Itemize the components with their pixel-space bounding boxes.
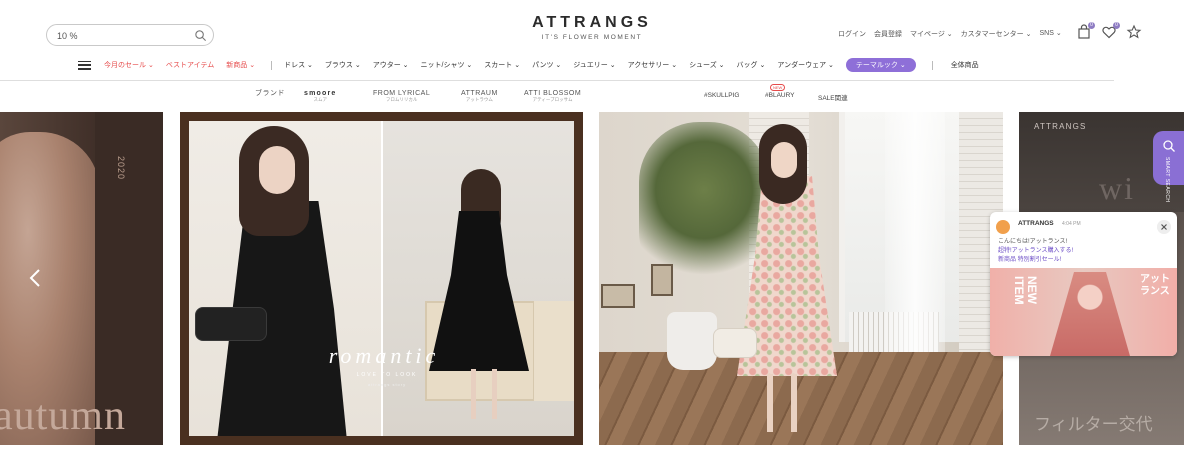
nav-bag[interactable]: バッグ ⌄ — [737, 60, 766, 70]
nav-knit-shirt[interactable]: ニット/シャツ ⌄ — [421, 60, 473, 70]
logo[interactable]: ATTRANGS IT'S FLOWER MOMENT — [470, 14, 714, 41]
slide-script-title: romantic — [328, 343, 440, 368]
utility-links: ログイン 会員登録 マイページ ⌄ カスタマーセンター ⌄ SNS ⌄ — [838, 29, 1062, 41]
brand-subname: アティーブロッサム — [532, 97, 573, 102]
model-face — [259, 146, 295, 194]
nav-all-products[interactable]: 全体商品 — [951, 60, 979, 70]
brand-label-text: ブランド — [255, 90, 285, 97]
search-input[interactable] — [57, 28, 187, 43]
brand-label[interactable]: ブランド — [255, 90, 285, 97]
handbag-image — [713, 328, 757, 358]
tag-skullpig[interactable]: #SKULLPIG — [704, 92, 739, 99]
chat-banner-model — [1050, 272, 1130, 356]
picture-frame — [601, 284, 635, 308]
customer-center-link[interactable]: カスタマーセンター ⌄ — [961, 29, 1032, 41]
chat-banner-image[interactable]: NEW ITEM アットランス — [990, 268, 1177, 356]
furniture — [534, 301, 574, 401]
cart-badge: 0 — [1088, 22, 1095, 29]
chat-avatar — [996, 220, 1010, 234]
category-nav: 今月のセール ⌄ ベストアイテム 新商品 ⌄ ドレス ⌄ ブラウス ⌄ アウター… — [78, 58, 991, 72]
slide-headline: フィルター交代 — [1034, 415, 1153, 434]
chat-timestamp: 4:04 PM — [1062, 221, 1081, 227]
chevron-left-icon[interactable] — [26, 268, 46, 288]
chat-message-line: 超特!アットランス購入する! — [998, 248, 1074, 254]
sns-link[interactable]: SNS ⌄ — [1039, 29, 1061, 41]
tag-sale[interactable]: SALE関連 — [818, 92, 848, 102]
brand-from-lyrical[interactable]: FROM LYRICAL フロムリリカル — [373, 90, 430, 103]
nav-best-items[interactable]: ベストアイテム — [166, 60, 214, 70]
nav-outer[interactable]: アウター ⌄ — [373, 60, 409, 70]
plant-pot — [667, 312, 717, 370]
favorites-button[interactable] — [1126, 24, 1142, 40]
model-face — [771, 142, 797, 178]
brand-smoore[interactable]: smoore スムア — [304, 90, 337, 103]
banner-slide-floral[interactable] — [599, 112, 1003, 445]
slide-caption: LOVE TO LOOK — [356, 372, 418, 378]
nav-new-items[interactable]: 新商品 ⌄ — [226, 60, 255, 70]
nav-skirt[interactable]: スカート ⌄ — [484, 60, 520, 70]
chat-popup[interactable]: ATTRANGS 4:04 PM こんにちは!アットランス! 超特!アットランス… — [990, 212, 1177, 356]
logo-tagline: IT'S FLOWER MOMENT — [541, 34, 643, 41]
banner-slide-romantic[interactable]: romantic LOVE TO LOOK attrangs story — [180, 112, 583, 445]
new-badge: NEW — [770, 84, 786, 91]
picture-frame — [651, 264, 673, 296]
nav-dress[interactable]: ドレス ⌄ — [284, 60, 313, 70]
register-link[interactable]: 会員登録 — [874, 29, 902, 41]
model-legs — [471, 369, 497, 419]
search-icon[interactable] — [194, 29, 207, 42]
smart-search-tab[interactable]: SMART SEARCH — [1153, 131, 1184, 203]
brand-strip: ブランド smoore スムア FROM LYRICAL フロムリリカル ATT… — [0, 84, 1184, 104]
cart-button[interactable]: 0 — [1076, 22, 1095, 40]
chat-sender-name: ATTRANGS — [1018, 220, 1054, 227]
nav-underwear[interactable]: アンダーウェア ⌄ — [777, 60, 834, 70]
slide-frame: romantic LOVE TO LOOK attrangs story — [189, 121, 574, 436]
slide-headline: autumn — [0, 393, 126, 439]
wishlist-button[interactable]: 0 — [1101, 22, 1120, 40]
theme-look-button[interactable]: テーマルック ⌄ — [845, 58, 916, 72]
logo-brand: ATTRANGS — [532, 14, 652, 31]
brand-attraum[interactable]: ATTRAUM アットラウム — [461, 90, 498, 103]
wishlist-badge: 0 — [1113, 22, 1120, 29]
chat-message-line: 新商品 特別割引セール! — [998, 257, 1062, 263]
close-icon[interactable] — [1157, 220, 1171, 234]
login-link[interactable]: ログイン — [838, 29, 866, 41]
brand-subname: フロムリリカル — [385, 97, 418, 102]
header-icons: 0 0 — [1076, 22, 1142, 40]
nav-shoes[interactable]: シューズ ⌄ — [689, 60, 724, 70]
slide-caption-sub: attrangs story — [367, 382, 407, 387]
magic-search-icon — [1163, 140, 1175, 152]
chat-message-line: こんにちは!アットランス! — [998, 239, 1068, 245]
slide-brand-label: ATTRANGS — [1034, 122, 1087, 131]
banner-slide-autumn[interactable]: 2020 autumn — [0, 112, 163, 445]
mypage-link[interactable]: マイページ ⌄ — [910, 29, 953, 41]
brand-atti-blossom[interactable]: ATTI BLOSSOM アティーブロッサム — [524, 90, 581, 103]
photo-divider — [381, 121, 383, 436]
handbag-image — [195, 307, 267, 341]
brand-name: ATTI BLOSSOM — [524, 90, 582, 97]
brand-name: FROM LYRICAL — [373, 90, 431, 97]
brand-name: ATTRAUM — [461, 90, 498, 97]
nav-accessory[interactable]: アクセサリー ⌄ — [628, 60, 677, 70]
search-box[interactable] — [46, 24, 214, 46]
menu-icon[interactable] — [78, 60, 91, 70]
slide-script-title: wi — [1099, 170, 1135, 206]
nav-divider — [931, 60, 933, 70]
chat-banner-new-item: NEW ITEM — [1012, 276, 1039, 305]
model-legs — [767, 374, 797, 432]
brand-subname: スムア — [313, 97, 328, 102]
brand-name: smoore — [304, 90, 337, 97]
nav-divider — [271, 60, 273, 70]
nav-blouse[interactable]: ブラウス ⌄ — [325, 60, 361, 70]
slide-year: 2020 — [116, 156, 126, 181]
chat-banner-brand: アットランス — [1140, 274, 1170, 297]
nav-jewelry[interactable]: ジュエリー ⌄ — [573, 60, 615, 70]
nav-pants[interactable]: パンツ ⌄ — [532, 60, 561, 70]
nav-monthly-sale[interactable]: 今月のセール ⌄ — [104, 60, 154, 70]
smart-search-label: SMART SEARCH — [1164, 157, 1170, 203]
nav-divider-line — [0, 80, 1114, 81]
brand-subname: アットラウム — [465, 97, 493, 102]
tag-blaury[interactable]: #BLAURY — [765, 92, 795, 99]
star-icon — [1126, 24, 1142, 39]
